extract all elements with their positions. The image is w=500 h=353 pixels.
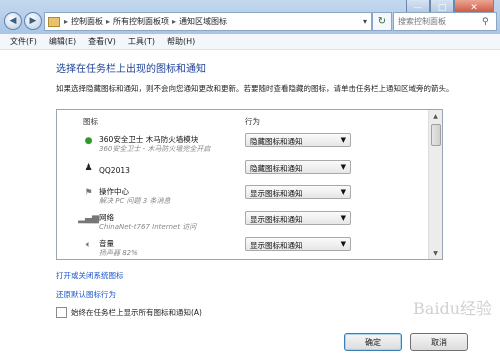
scroll-down-icon[interactable]: ▼ [429,247,442,259]
list-scrollbar[interactable]: ▲ ▼ [428,110,442,259]
item-status: 解决 PC 问题 3 条消息 [99,197,171,205]
behavior-select[interactable]: 隐藏图标和通知 ▼ [245,133,351,147]
menu-bar: 文件(F) 编辑(E) 查看(V) 工具(T) 帮助(H) [0,34,500,50]
menu-view[interactable]: 查看(V) [82,36,122,47]
scrollbar-thumb[interactable] [431,124,441,146]
chevron-down-icon: ▼ [340,188,346,196]
list-item: ● 360安全卫士 木马防火墙模块 360安全卫士 - 木马防火墙完全开启 隐藏… [57,130,427,157]
item-status: ChinaNet-t767 Internet 访问 [99,223,197,231]
search-input[interactable] [394,16,482,27]
list-item: 🔈︎ 音量 扬声器 82% 显示图标和通知 ▼ [57,234,427,259]
network-icon: ▂▄▆ [78,213,99,224]
search-box: ⚲ [393,12,497,31]
chevron-down-icon: ▼ [340,163,346,171]
behavior-select[interactable]: 显示图标和通知 ▼ [245,211,351,225]
page-title: 选择在任务栏上出现的图标和通知 [56,64,206,75]
watermark: Baidu经验 [413,299,492,318]
scroll-up-icon[interactable]: ▲ [429,110,442,122]
chevron-down-icon: ▼ [340,240,346,248]
menu-edit[interactable]: 编辑(E) [43,36,82,47]
chevron-down-icon: ▼ [340,136,346,144]
breadcrumb-separator: ▸ [64,17,69,26]
behavior-value: 显示图标和通知 [250,189,303,198]
address-bar[interactable]: ▸ 控制面板 ▸ 所有控制面板项 ▸ 通知区域图标 ▾ [44,12,372,31]
notification-icon-list: 图标 行为 ● 360安全卫士 木马防火墙模块 360安全卫士 - 木马防火墙完… [56,109,443,260]
breadcrumb-separator: ▸ [172,17,177,26]
refresh-icon: ↻ [377,16,387,27]
title-bar: — □ ✕ ◀ ▶ ▸ 控制面板 ▸ 所有控制面板项 ▸ 通知区域图标 ▾ ↻ … [0,0,500,34]
system-icons-link[interactable]: 打开或关闭系统图标 [56,270,124,281]
breadcrumb-separator: ▸ [106,17,111,26]
restore-defaults-link[interactable]: 还原默认图标行为 [56,289,116,300]
behavior-select[interactable]: 隐藏图标和通知 ▼ [245,160,351,174]
behavior-value: 隐藏图标和通知 [250,164,303,173]
behavior-value: 隐藏图标和通知 [250,137,303,146]
360-shield-icon: ● [84,135,93,146]
chevron-down-icon[interactable]: ▾ [359,17,371,26]
item-status: 扬声器 82% [99,249,138,257]
search-icon[interactable]: ⚲ [482,17,489,27]
behavior-select[interactable]: 显示图标和通知 ▼ [245,237,351,251]
behavior-value: 显示图标和通知 [250,215,303,224]
list-item: ♟ QQ2013 隐藏图标和通知 ▼ [57,157,427,184]
menu-file[interactable]: 文件(F) [4,36,43,47]
always-show-label: 始终在任务栏上显示所有图标和通知(A) [71,308,202,317]
list-item: ▂▄▆ 网络 ChinaNet-t767 Internet 访问 显示图标和通知… [57,208,427,235]
always-show-checkbox[interactable] [56,307,67,318]
behavior-value: 显示图标和通知 [250,241,303,250]
column-header-icon: 图标 [83,117,98,126]
speaker-icon: 🔈︎ [85,239,92,250]
list-item: ⚑ 操作中心 解决 PC 问题 3 条消息 显示图标和通知 ▼ [57,182,427,209]
refresh-button[interactable]: ↻ [372,12,392,31]
back-button[interactable]: ◀ [4,12,22,30]
breadcrumb-control-panel[interactable]: 控制面板 [71,16,103,27]
behavior-select[interactable]: 显示图标和通知 ▼ [245,185,351,199]
qq-penguin-icon: ♟ [84,162,93,173]
menu-help[interactable]: 帮助(H) [161,36,201,47]
item-status: 360安全卫士 - 木马防火墙完全开启 [99,145,211,153]
item-name: QQ2013 [99,166,130,175]
always-show-option[interactable]: 始终在任务栏上显示所有图标和通知(A) [56,307,202,318]
column-header-behavior: 行为 [245,117,260,126]
control-panel-icon [48,16,60,27]
ok-button[interactable]: 确定 [344,333,402,351]
breadcrumb-all-items[interactable]: 所有控制面板项 [113,16,169,27]
cancel-button[interactable]: 取消 [410,333,468,351]
navigation-buttons: ◀ ▶ [4,12,42,30]
control-panel-window: — □ ✕ ◀ ▶ ▸ 控制面板 ▸ 所有控制面板项 ▸ 通知区域图标 ▾ ↻ … [0,0,500,353]
forward-button[interactable]: ▶ [24,12,42,30]
flag-icon: ⚑ [84,187,93,198]
menu-tools[interactable]: 工具(T) [122,36,161,47]
page-description: 如果选择隐藏图标和通知，则不会向您通知更改和更新。若要随时查看隐藏的图标，请单击… [56,84,454,93]
chevron-down-icon: ▼ [340,214,346,222]
breadcrumb-notification-icons[interactable]: 通知区域图标 [179,16,227,27]
